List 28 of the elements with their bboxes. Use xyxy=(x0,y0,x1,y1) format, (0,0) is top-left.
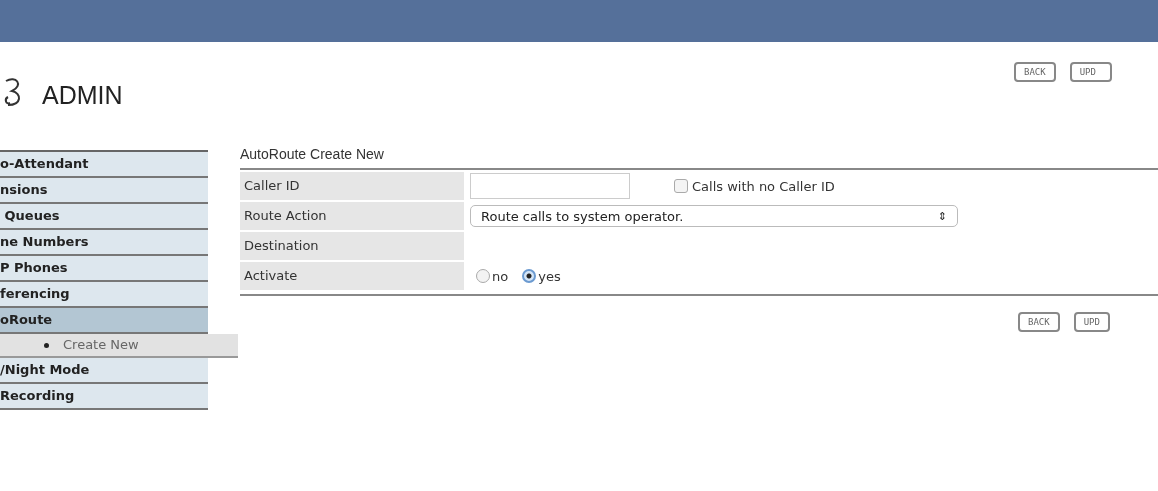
field-label: Caller ID xyxy=(240,172,464,200)
caller-id-field[interactable] xyxy=(470,173,630,199)
sidebar-item[interactable]: ne Numbers xyxy=(0,230,208,256)
back-button[interactable]: BACK xyxy=(1018,312,1060,332)
sidebar-subitem[interactable]: Create New xyxy=(0,334,238,358)
update-button[interactable]: UPD xyxy=(1073,312,1110,332)
sidebar-item[interactable]: Queues xyxy=(0,204,208,230)
back-button[interactable]: BACK xyxy=(1014,62,1056,82)
admin-title: ADMIN xyxy=(42,80,123,110)
sidebar-item[interactable]: o-Attendant xyxy=(0,152,208,178)
radio-button[interactable] xyxy=(522,269,537,283)
sidebar-item[interactable]: nsions xyxy=(0,178,208,204)
checkbox[interactable] xyxy=(674,179,688,193)
checkbox-label: Calls with no Caller ID xyxy=(692,178,835,194)
sidebar-item[interactable]: ferencing xyxy=(0,282,208,308)
field-label: Route Action xyxy=(240,202,464,230)
field-label: Activate xyxy=(240,262,464,290)
form-title: AutoRoute Create New xyxy=(240,146,385,164)
radio-label: yes xyxy=(538,268,561,284)
radio-label: no xyxy=(492,268,509,284)
sidebar-item[interactable]: P Phones xyxy=(0,256,208,282)
field-label: Destination xyxy=(240,232,464,260)
sidebar-item[interactable]: /Night Mode xyxy=(0,358,208,384)
update-button[interactable]: UPD xyxy=(1069,62,1112,82)
route-action-select[interactable]: Route calls to system operator. ⇕ xyxy=(470,205,958,227)
sidebar-item[interactable]: oRoute xyxy=(0,308,208,334)
radio-button[interactable] xyxy=(476,269,490,283)
sidebar-item[interactable]: Recording xyxy=(0,384,208,410)
